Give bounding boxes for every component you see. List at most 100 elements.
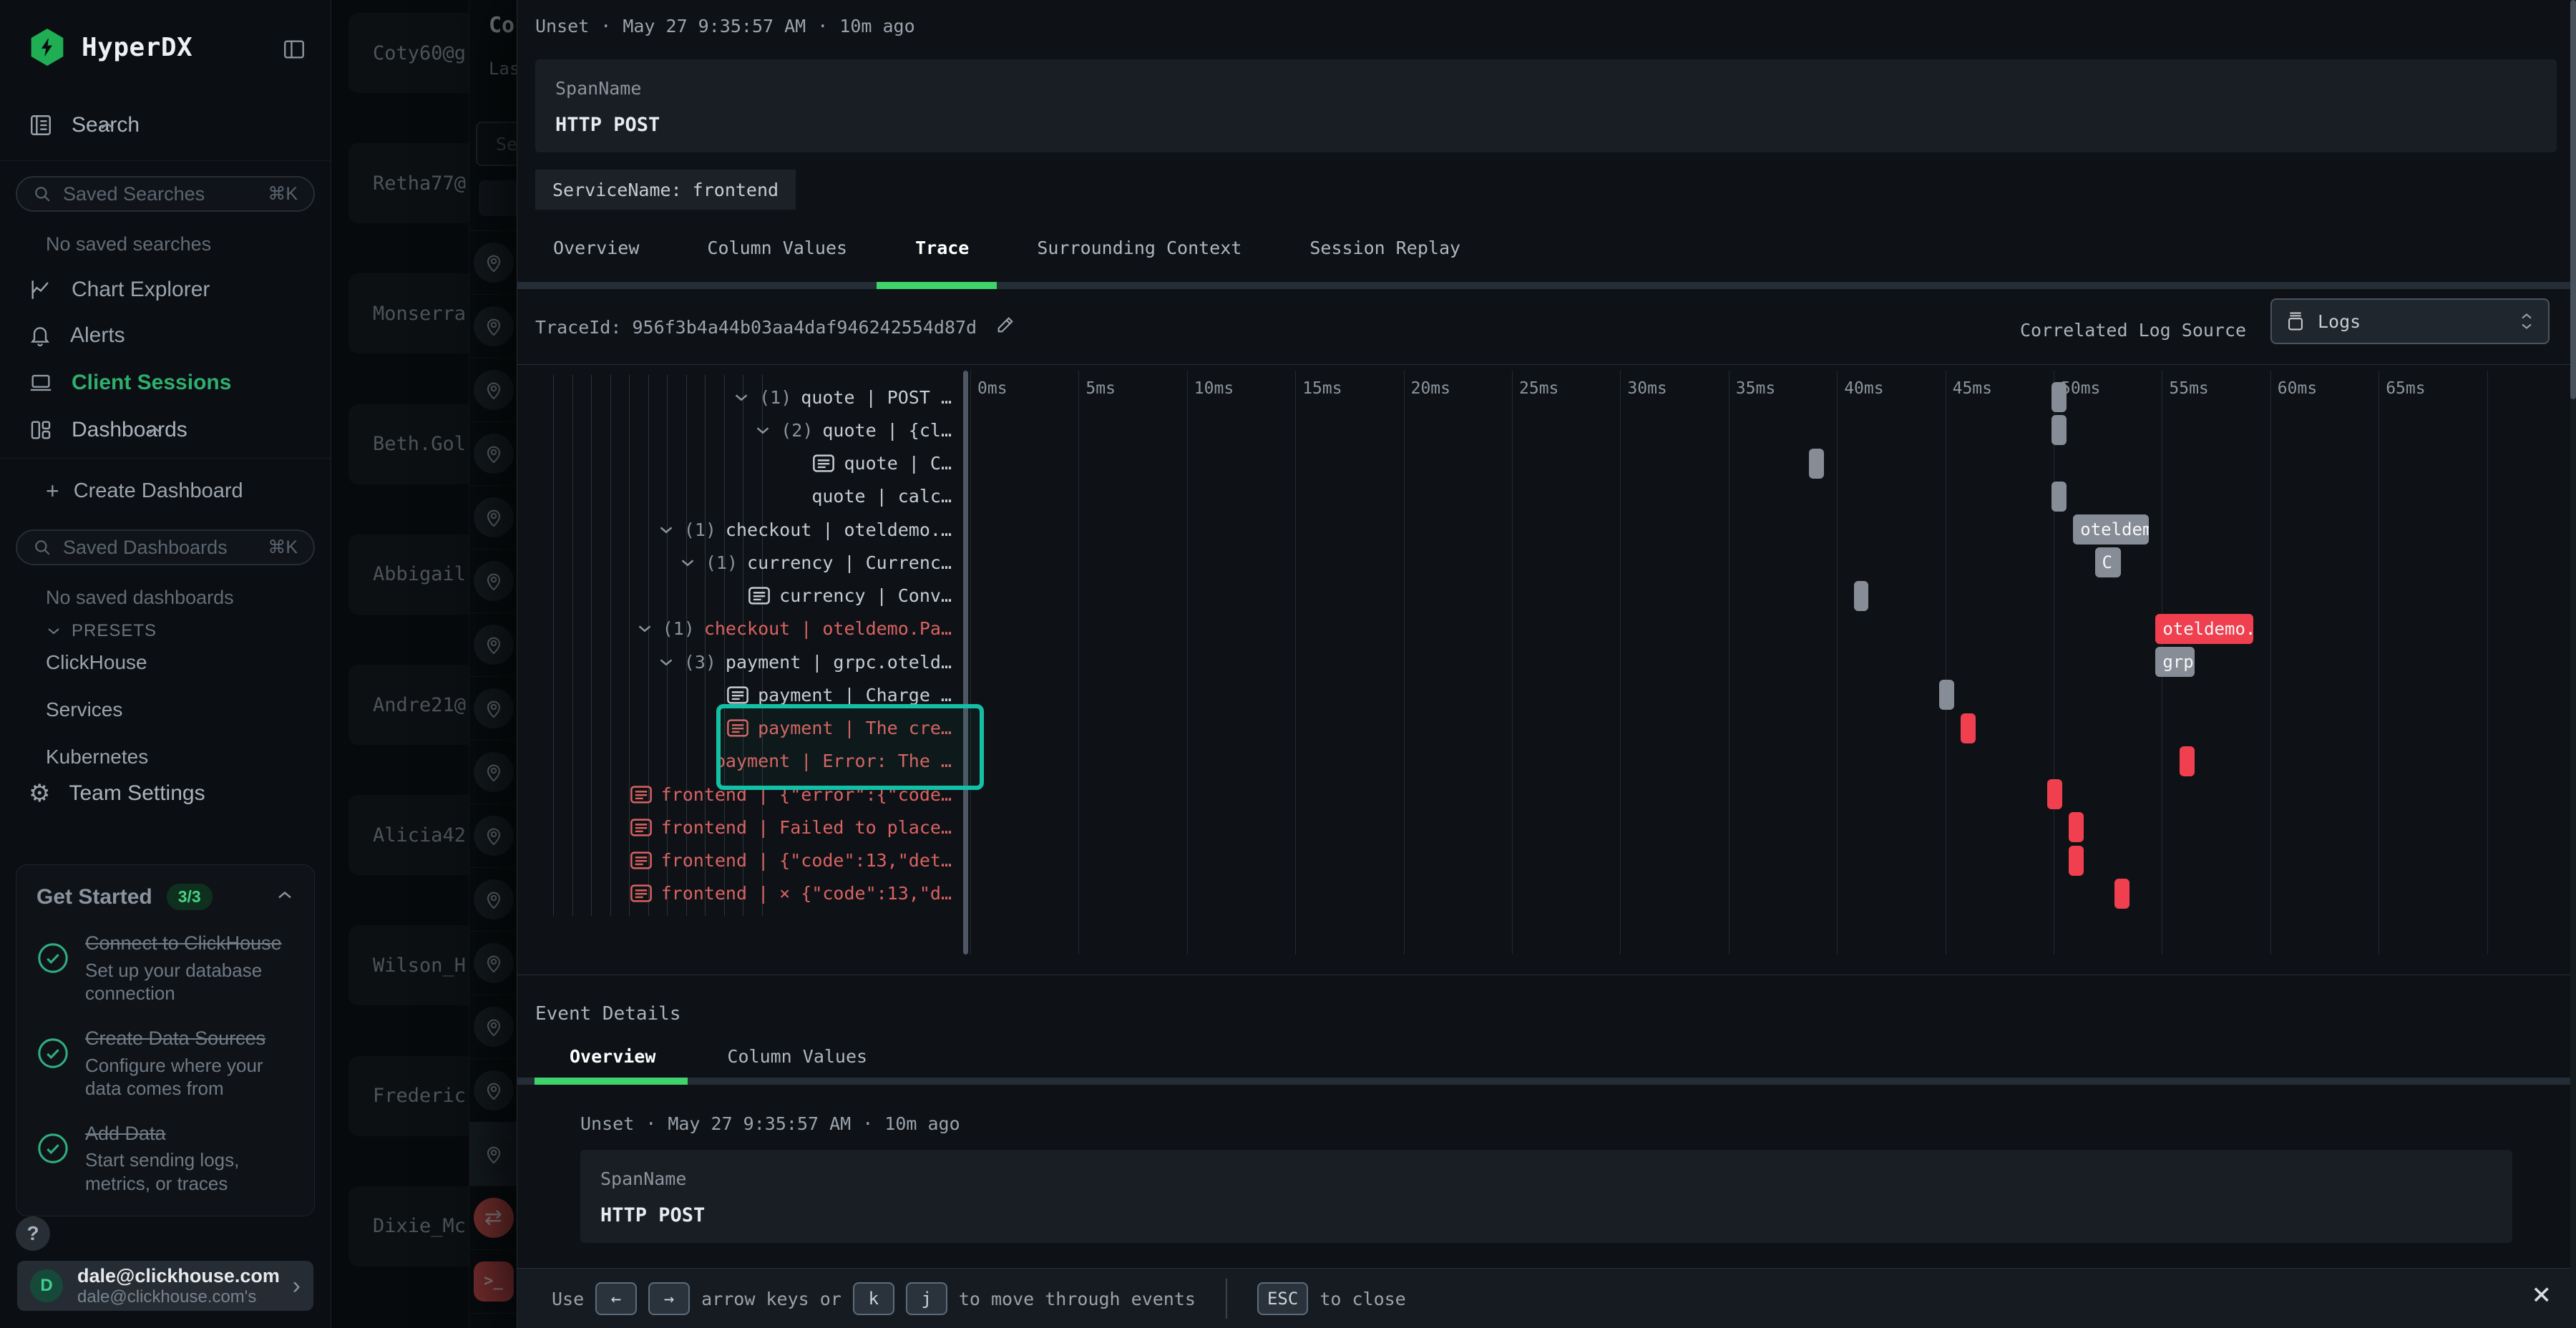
span-bar[interactable]: grp	[2155, 647, 2195, 677]
span-bar[interactable]: oteldemo.	[2155, 614, 2253, 644]
trace-tree-row[interactable]: payment | The cre…	[517, 712, 963, 745]
sidebar-preset-kubernetes[interactable]: Kubernetes	[46, 738, 148, 776]
span-bar[interactable]	[2051, 415, 2067, 445]
span-bar[interactable]	[1809, 449, 1824, 479]
chevron-down-icon[interactable]	[636, 623, 653, 634]
sidebar-item-alerts[interactable]: Alerts	[29, 323, 125, 348]
saved-searches-input[interactable]: Saved Searches ⌘K	[16, 176, 315, 212]
chevron-down-icon[interactable]	[754, 425, 771, 436]
trace-tree-row[interactable]: frontend | {"error":{"code…	[517, 778, 963, 811]
tab-ed-column-values[interactable]: Column Values	[727, 1046, 867, 1067]
trace-tree-row[interactable]: frontend | Failed to place…	[517, 811, 963, 844]
chevron-down-icon[interactable]	[658, 657, 675, 668]
tree-timeline-divider[interactable]	[963, 371, 968, 954]
trace-tree-row[interactable]: (2)quote | {cl…	[517, 414, 963, 446]
trace-row-label: checkout | oteldemo.Pa…	[704, 618, 952, 639]
span-bar[interactable]: C	[2095, 547, 2121, 577]
create-dashboard-button[interactable]: + Create Dashboard	[46, 478, 243, 504]
tab-surrounding-context[interactable]: Surrounding Context	[1037, 238, 1241, 258]
tab-trace[interactable]: Trace	[915, 238, 969, 258]
span-bar[interactable]	[2069, 812, 2084, 842]
span-bar[interactable]	[1939, 680, 1954, 710]
sidebar-item-dashboards[interactable]: Dashboards	[29, 418, 187, 442]
span-bar[interactable]	[2047, 779, 2062, 809]
chart-icon	[29, 278, 53, 302]
sidebar-item-search[interactable]: Search	[29, 113, 140, 137]
trace-row-label: payment | The cre…	[758, 718, 952, 738]
span-bar[interactable]	[2180, 746, 2195, 776]
timestamp: May 27 9:35:57 AM	[668, 1113, 851, 1134]
sidebar-item-client-sessions[interactable]: Client Sessions	[29, 371, 231, 395]
kbd-shortcut: ⌘K	[268, 183, 298, 205]
get-started-task[interactable]: Connect to ClickHouseSet up your databas…	[36, 932, 294, 1005]
trace-row-label: quote | C…	[844, 453, 952, 474]
drawer-footer: Use ← → arrow keys or k j to move throug…	[517, 1268, 2576, 1328]
avatar: D	[30, 1269, 63, 1302]
span-bar[interactable]	[2051, 482, 2067, 512]
log-event-icon	[630, 786, 652, 804]
trace-tree-row[interactable]: currency | Conv…	[517, 580, 963, 612]
trace-tree-row[interactable]: payment | Charge …	[517, 678, 963, 711]
tab-ed-overview[interactable]: Overview	[570, 1046, 655, 1067]
scrollbar-track[interactable]	[2570, 0, 2576, 1328]
span-name-label: SpanName	[555, 78, 641, 99]
chevron-down-icon[interactable]	[679, 557, 696, 568]
scrollbar-thumb[interactable]	[2570, 0, 2576, 399]
trace-tree-row[interactable]: (1)currency | Currenc…	[517, 546, 963, 579]
log-event-icon	[630, 819, 652, 836]
active-tab-indicator	[535, 1078, 688, 1085]
span-bar[interactable]	[2114, 879, 2129, 909]
span-bar[interactable]	[2051, 382, 2067, 412]
sidebar-item-chart-explorer[interactable]: Chart Explorer	[29, 278, 210, 302]
trace-tree-row[interactable]: frontend | {"code":13,"det…	[517, 844, 963, 877]
sidebar-preset-services[interactable]: Services	[46, 691, 148, 728]
search-section-icon	[29, 113, 53, 137]
trace-row-label: currency | Currenc…	[747, 552, 952, 573]
panel-collapse-icon[interactable]	[282, 37, 306, 65]
brand[interactable]: HyperDX	[29, 29, 192, 66]
trace-tree-row[interactable]: (3)payment | grpc.oteld…	[517, 645, 963, 678]
chevron-down-icon[interactable]	[733, 392, 750, 403]
modal-scrim[interactable]	[331, 0, 517, 1328]
help-button[interactable]: ?	[16, 1216, 50, 1251]
get-started-task[interactable]: Add DataStart sending logs, metrics, or …	[36, 1122, 294, 1196]
chevron-up-icon[interactable]	[275, 889, 294, 904]
sidebar-item-team-settings[interactable]: ⚙ Team Settings	[29, 781, 205, 806]
axis-tick-label: 45ms	[1953, 379, 1992, 398]
span-name-card: SpanName HTTP POST	[535, 59, 2557, 152]
tab-overview[interactable]: Overview	[553, 238, 639, 258]
span-bar[interactable]	[2069, 846, 2084, 876]
span-bar[interactable]	[1854, 581, 1868, 611]
span-bar[interactable]: oteldemo.	[2073, 514, 2149, 545]
get-started-task[interactable]: Create Data SourcesConfigure where your …	[36, 1027, 294, 1100]
brand-name: HyperDX	[82, 33, 192, 62]
chevron-up-icon[interactable]	[146, 418, 165, 442]
log-event-icon	[630, 851, 652, 869]
chevron-up-icon[interactable]	[98, 113, 117, 137]
chevron-down-icon[interactable]	[658, 524, 675, 535]
span-bar[interactable]	[1961, 713, 1976, 743]
left-arrow-key: ←	[595, 1282, 637, 1315]
trace-tree-row[interactable]: (1)quote | POST …	[517, 381, 963, 414]
tab-column-values[interactable]: Column Values	[707, 238, 847, 258]
trace-tree-row[interactable]: (1)checkout | oteldemo.Pa…	[517, 612, 963, 645]
trace-tree-row[interactable]: quote | calc…	[517, 480, 963, 513]
trace-row-label: frontend | Failed to place…	[661, 817, 952, 838]
user-menu[interactable]: D dale@clickhouse.com dale@clickhouse.co…	[17, 1261, 313, 1311]
service-name-chip[interactable]: ServiceName: frontend	[535, 170, 796, 210]
trace-tree-row[interactable]: payment | Error: The …	[517, 745, 963, 778]
close-icon[interactable]: ×	[2532, 1279, 2552, 1310]
saved-dashboards-input[interactable]: Saved Dashboards ⌘K	[16, 529, 315, 565]
log-source-select[interactable]: Logs	[2270, 298, 2550, 344]
presets-header[interactable]: PRESETS	[46, 621, 157, 641]
tab-session-replay[interactable]: Session Replay	[1309, 238, 1460, 258]
trace-timeline: 0ms5ms10ms15ms20ms25ms30ms35ms40ms45ms50…	[970, 371, 2562, 954]
trace-tree-row[interactable]: quote | C…	[517, 447, 963, 480]
trace-tree-row[interactable]: frontend | × {"code":13,"d…	[517, 877, 963, 910]
log-event-icon	[727, 719, 748, 737]
trace-tree-row[interactable]: (1)checkout | oteldemo.…	[517, 513, 963, 546]
sidebar-preset-clickhouse[interactable]: ClickHouse	[46, 644, 148, 681]
child-count: (1)	[759, 387, 791, 408]
edit-pencil-icon[interactable]	[995, 315, 1015, 339]
active-tab-indicator	[877, 282, 997, 289]
